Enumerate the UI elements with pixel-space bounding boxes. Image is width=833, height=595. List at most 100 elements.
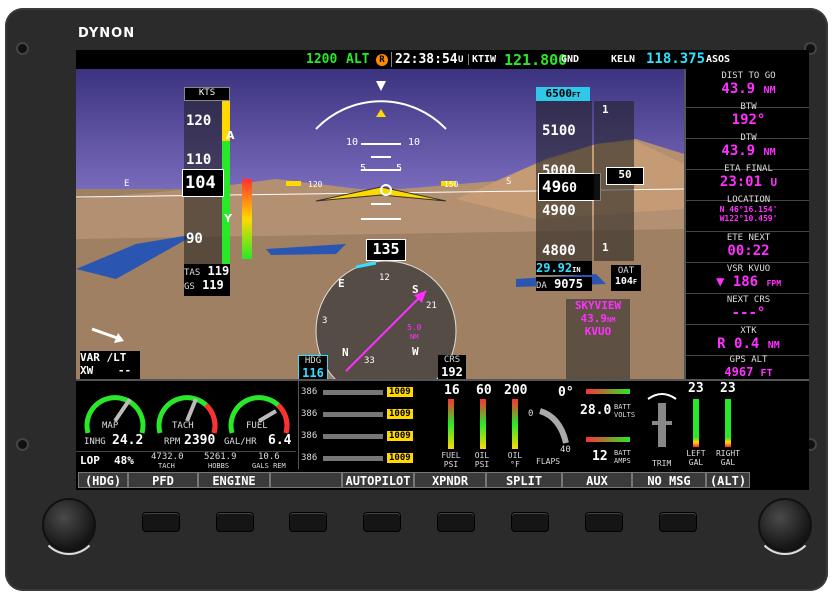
engine-timers: LOP 48% 4732.0 TACH 5261.9 HOBBS 10.6 GA…: [76, 451, 296, 472]
time-suffix: U: [458, 55, 464, 65]
data-panel[interactable]: DIST TO GO 43.9 NM BTW 192° DTW 43.9 NM ETA…: [684, 69, 809, 380]
gals-rem: 10.6: [258, 452, 280, 462]
wind-arrow-icon: [91, 327, 124, 343]
heading-tape-120: 120: [308, 180, 323, 189]
vsi-readout: 50: [606, 167, 644, 185]
egt-cht-bars: 386 386 386 386 1009 1009 1009 1009: [298, 381, 413, 469]
nav-source: SKYVIEW: [574, 299, 622, 312]
softkey-aux[interactable]: AUX: [562, 472, 632, 488]
dp-unit: FPM: [766, 279, 782, 288]
heading-readout: 135: [366, 239, 406, 261]
softkey-engine[interactable]: ENGINE: [198, 472, 270, 488]
hardware-button-7[interactable]: [586, 513, 622, 531]
softkey-hdg[interactable]: (HDG): [78, 472, 128, 488]
right-fuel-bar: [725, 399, 731, 447]
airspeed-readout: 104: [182, 169, 224, 197]
true-airspeed-box: TAS 119 GS 119: [184, 264, 230, 296]
oil-temp-bar: [512, 399, 518, 449]
com1-frequency[interactable]: 121.800: [504, 51, 567, 69]
hobbs: 5261.9: [204, 452, 237, 462]
hsi-label-21: 21: [426, 301, 437, 311]
brand-logo: DYNON: [78, 26, 136, 41]
aoa-indicator: [242, 179, 252, 259]
fuel-flow-value: 6.4: [268, 433, 292, 448]
altitude-bug[interactable]: 6500FT: [536, 87, 590, 101]
trim-label: TRIM: [652, 459, 672, 468]
hsi-label-12: 12: [379, 273, 390, 283]
hsi-label-3: 3: [322, 316, 328, 326]
vsi-mark-bottom: 1: [602, 241, 609, 254]
alt-bug-unit: FT: [572, 91, 581, 99]
com2-frequency[interactable]: 118.375: [646, 51, 705, 67]
softkey-autopilot[interactable]: AUTOPILOT: [342, 472, 414, 488]
com2-type: ASOS: [706, 54, 731, 65]
engine-monitor-strip[interactable]: MAP INHG 24.2 TACH RPM 2390 FUEL GAL/HR …: [76, 379, 809, 472]
dp-location: LOCATION N 46°16.154' W122°10.459': [686, 193, 809, 232]
dp-value: R 0.4: [717, 336, 760, 352]
softkey-xpndr[interactable]: XPNDR: [414, 472, 486, 488]
dp-value: ---°: [731, 305, 766, 321]
hdg-label: HDG: [304, 356, 322, 366]
right-knob-ring: [755, 495, 815, 555]
altitude-roll: 60: [561, 181, 577, 196]
oat-box: OAT 104F: [611, 265, 641, 291]
squawk-code[interactable]: 1200: [306, 52, 337, 67]
oat-unit: F: [632, 278, 638, 286]
dp-value: 192°: [731, 112, 766, 128]
course-box[interactable]: CRS 192: [438, 355, 466, 379]
dp-label: ETE NEXT: [726, 233, 771, 243]
oil-temp-value: 200: [504, 383, 528, 398]
screw-icon: [18, 44, 27, 53]
hardware-button-8[interactable]: [660, 513, 696, 531]
batt-amps-value: 12: [592, 449, 608, 464]
hsi-label-s: S: [412, 283, 419, 296]
speed-green-arc: [222, 141, 230, 272]
dp-vsr: VSR KVUO ▼ 186 FPM: [686, 262, 809, 294]
transponder-mode[interactable]: ALT: [346, 52, 369, 67]
dp-unit: NM: [763, 85, 776, 96]
softkey-no-msg[interactable]: NO MSG: [632, 472, 706, 488]
heading-bug-box[interactable]: HDG 116: [298, 355, 328, 379]
softkey-alt[interactable]: (ALT): [706, 472, 750, 488]
softkey-blank[interactable]: [270, 472, 342, 488]
batt-amps-bar: [586, 437, 630, 442]
hardware-button-4[interactable]: [364, 513, 400, 531]
map-label: MAP: [102, 421, 119, 431]
rpm-label: RPM: [164, 437, 181, 447]
dp-unit: FT: [760, 368, 773, 379]
dp-label: DIST TO GO: [721, 71, 776, 81]
softkey-split[interactable]: SPLIT: [486, 472, 562, 488]
cht-row-2: 1009: [387, 409, 413, 419]
alpha-marker-y: Y: [224, 212, 232, 225]
display-screen: 1200 ALT R 22:38:54 U KTIW 121.800 GND K…: [76, 50, 809, 490]
tach-label: TACH: [172, 421, 194, 431]
flaps-min: 0: [528, 409, 534, 419]
egt-bar: [323, 434, 383, 439]
softkey-pfd[interactable]: PFD: [128, 472, 198, 488]
alt-tick-4900: 4900: [542, 203, 576, 219]
baro-setting[interactable]: 29.92IN: [536, 261, 592, 275]
hardware-button-1[interactable]: [143, 513, 179, 531]
hsi-label-e: E: [338, 277, 345, 290]
hardware-button-6[interactable]: [512, 513, 548, 531]
dp-value: 00:22: [727, 243, 770, 259]
hardware-button-5[interactable]: [438, 513, 474, 531]
hardware-button-3[interactable]: [290, 513, 326, 531]
da-label: DA: [536, 281, 547, 291]
primary-flight-display[interactable]: 10 10 5 5 E 120 150 S KTS 120 110 90 A Y…: [76, 69, 684, 379]
batt-amps-label: BATT AMPS: [614, 449, 631, 465]
fuel-label: FUEL: [246, 421, 268, 431]
tas-value: 119: [207, 264, 230, 278]
egt-row-4: 386: [301, 453, 318, 463]
cht-row-3: 1009: [387, 431, 413, 441]
fuel-psi-label: FUEL PSI: [441, 451, 461, 469]
hardware-button-2[interactable]: [217, 513, 253, 531]
com1-id: KTIW: [468, 54, 496, 65]
cht-row-4: 1009: [387, 453, 413, 463]
lop-label: LOP: [80, 454, 100, 467]
speed-tick-110: 110: [186, 152, 212, 168]
dp-label: LOCATION: [726, 195, 771, 205]
baro-unit: IN: [572, 266, 581, 274]
heading-tape-e: E: [124, 179, 130, 189]
com1-type: GND: [561, 54, 580, 65]
